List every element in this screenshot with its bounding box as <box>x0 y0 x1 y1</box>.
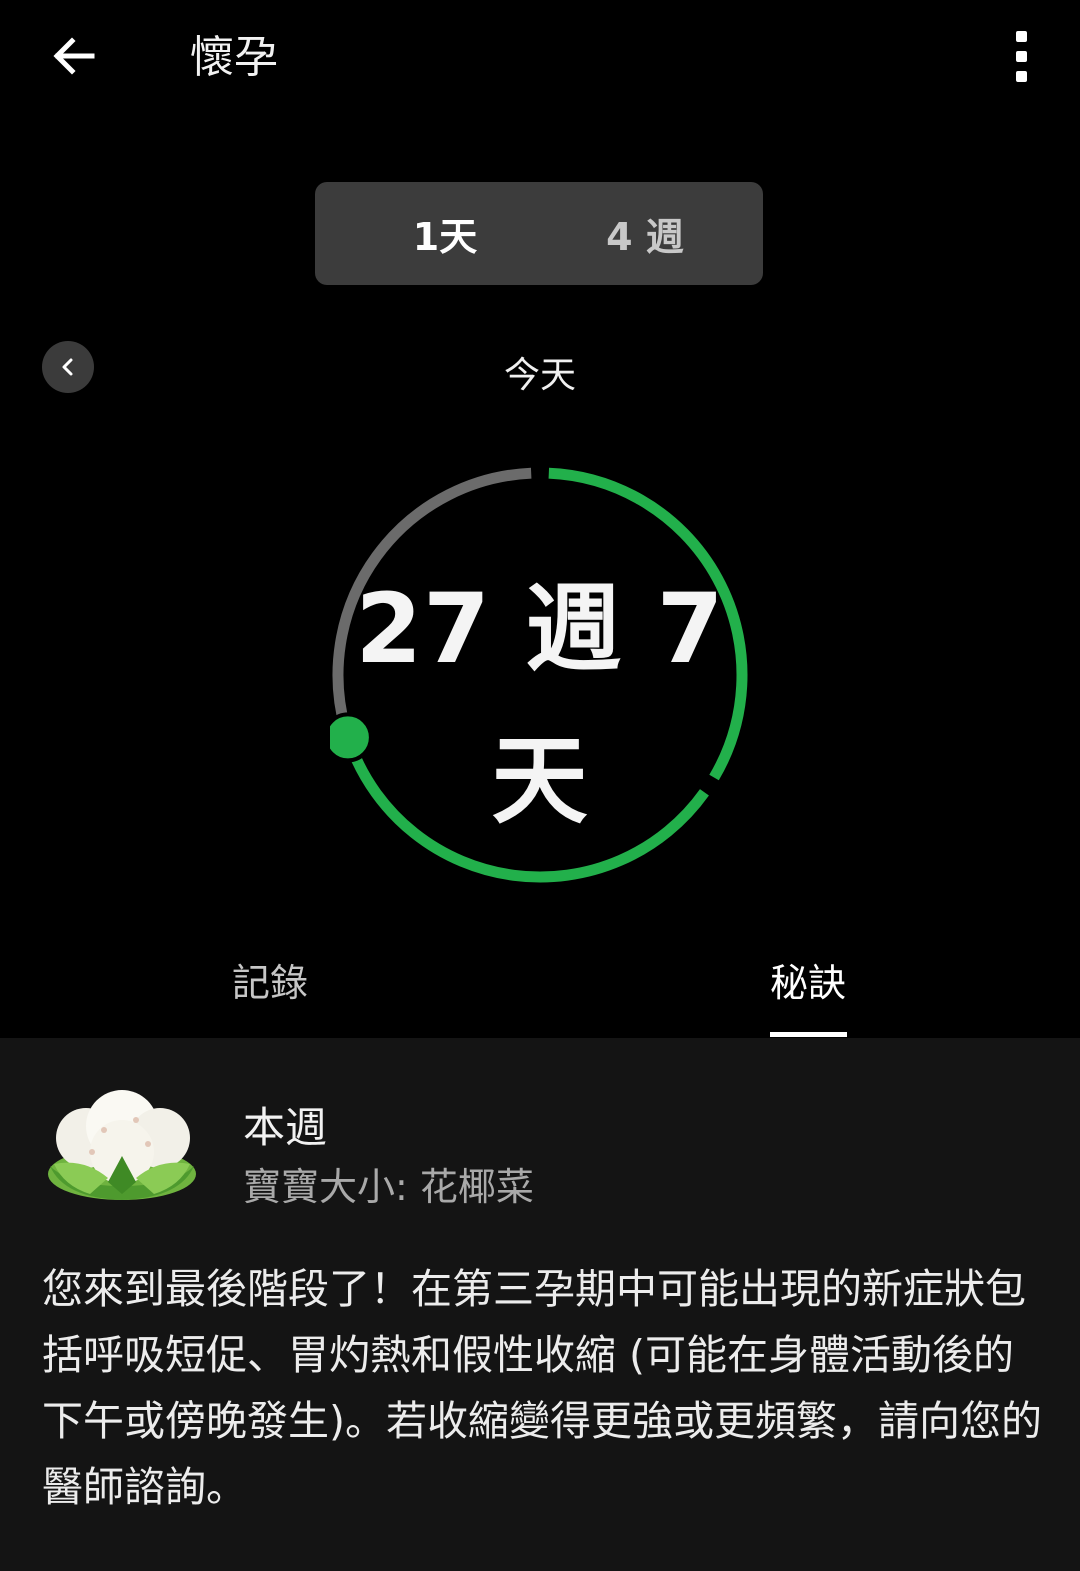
segment-option-day[interactable]: 1天 <box>375 182 515 285</box>
app-bar: 懷孕 <box>0 0 1080 116</box>
week-heading: 本週 <box>243 1103 328 1152</box>
gestational-age-line2: 天 <box>491 725 589 837</box>
tips-panel: 本週 寶寶大小: 花椰菜 您來到最後階段了！在第三孕期中可能出現的新症狀包括呼吸… <box>0 1038 1080 1571</box>
arrow-back-icon <box>53 37 95 75</box>
date-label: 今天 <box>503 355 576 396</box>
period-segmented-control: 1天 4 週 <box>315 182 763 285</box>
pregnancy-progress-ring: 27 週 7 天 <box>330 465 750 885</box>
gestational-age-text: 27 週 7 天 <box>330 553 750 857</box>
tab-records[interactable]: 記錄 <box>232 952 308 1007</box>
content-tabs: 記錄 秘訣 <box>0 940 1080 1038</box>
more-vert-icon <box>1015 30 1027 42</box>
chevron-left-icon <box>62 358 73 376</box>
previous-day-button[interactable] <box>42 341 94 393</box>
page-title: 懷孕 <box>190 32 278 83</box>
segment-option-4weeks[interactable]: 4 週 <box>560 182 730 285</box>
tab-tips[interactable]: 秘訣 <box>770 952 846 1007</box>
back-button[interactable] <box>40 22 108 90</box>
gestational-age-line1: 27 週 7 <box>355 573 725 685</box>
baby-size-text: 寶寶大小: 花椰菜 <box>243 1165 534 1209</box>
cauliflower-icon <box>48 1090 196 1200</box>
tip-description: 您來到最後階段了！在第三孕期中可能出現的新症狀包括呼吸短促、胃灼熱和假性收縮 (… <box>42 1265 1042 1511</box>
more-options-button[interactable] <box>990 22 1052 90</box>
tab-selected-indicator <box>770 1032 847 1037</box>
